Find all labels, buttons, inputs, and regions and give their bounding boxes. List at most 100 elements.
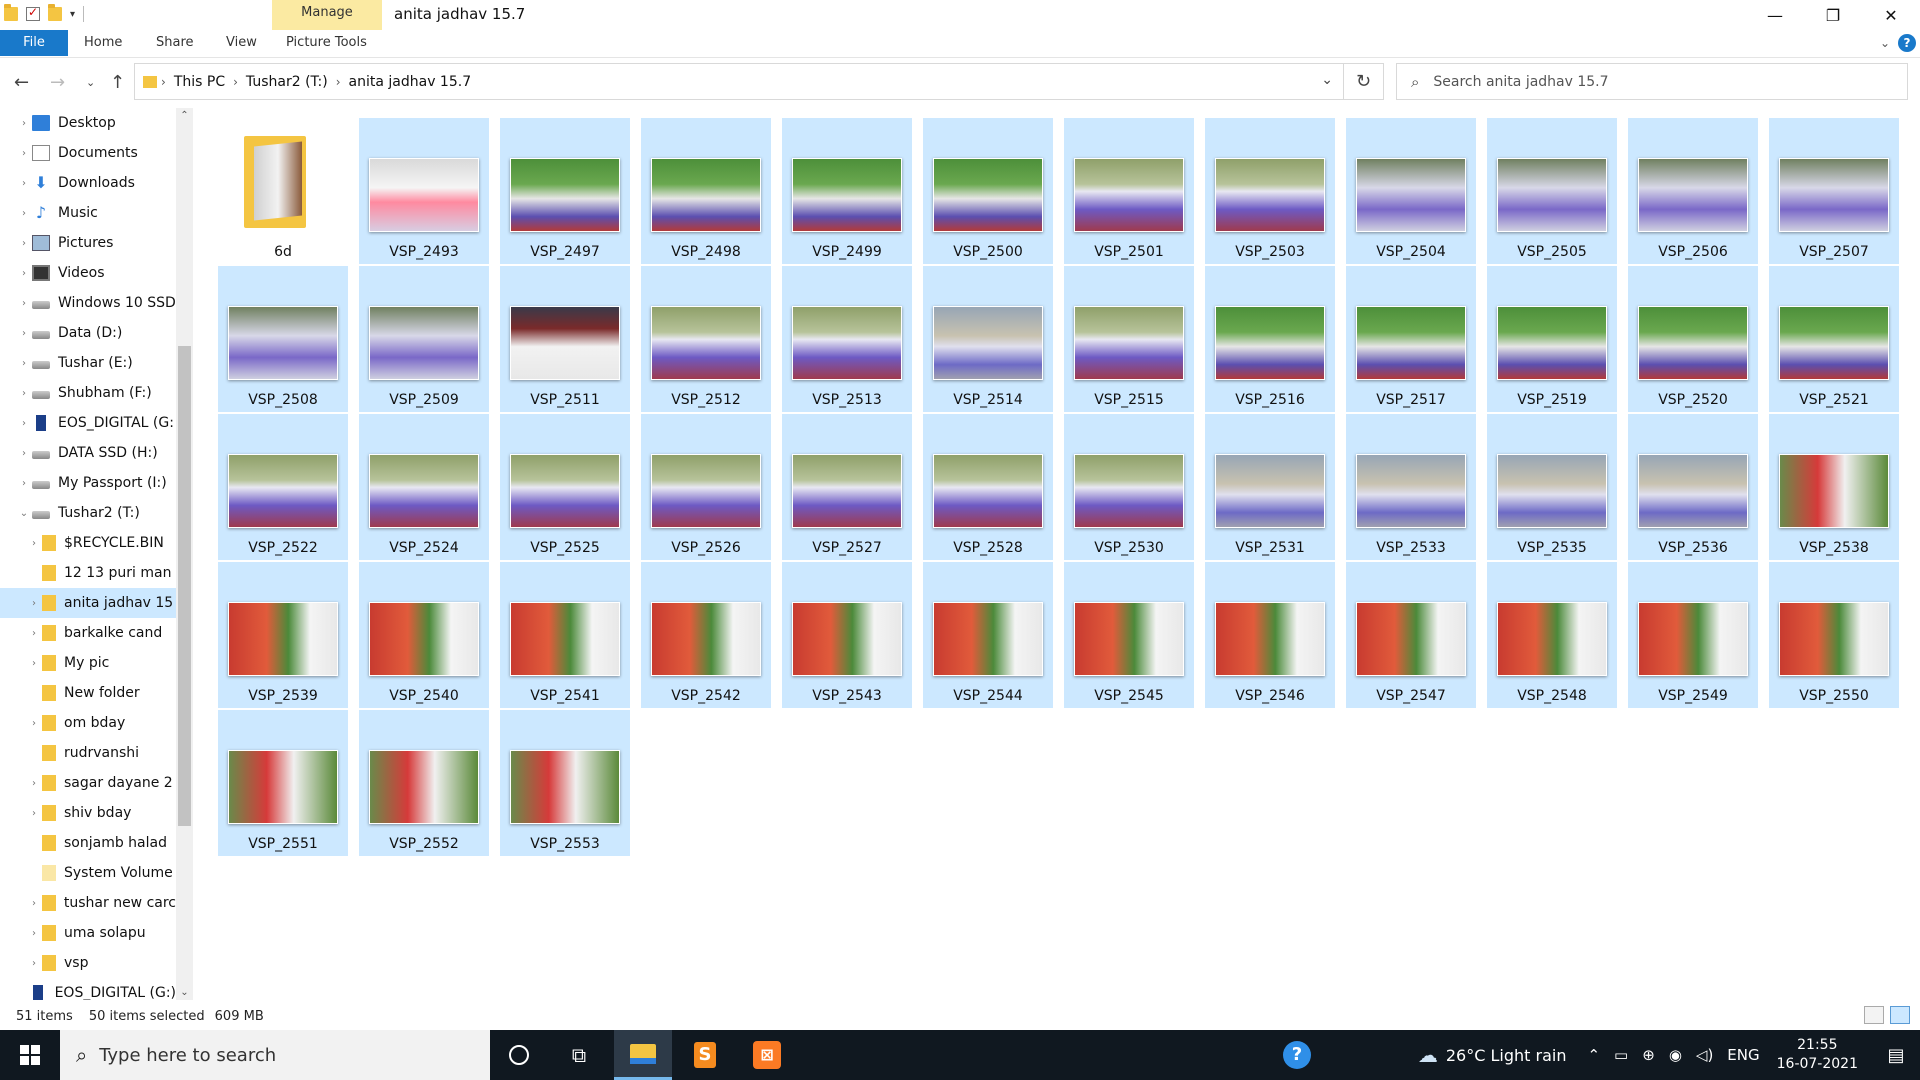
chevron-right-icon[interactable]: › — [16, 118, 32, 129]
large-icons-view-icon[interactable] — [1890, 1006, 1910, 1024]
nav-item[interactable]: › Windows 10 SSD — [0, 288, 176, 318]
file-item[interactable]: VSP_2517 — [1346, 266, 1476, 412]
chevron-right-icon[interactable]: › — [16, 328, 32, 339]
file-item[interactable]: VSP_2536 — [1628, 414, 1758, 560]
chevron-right-icon[interactable]: › — [16, 178, 32, 189]
up-arrow-icon[interactable]: ↑ — [110, 72, 125, 93]
file-item[interactable]: VSP_2530 — [1064, 414, 1194, 560]
notification-icon[interactable]: ▤ — [1872, 1045, 1920, 1066]
network-icon[interactable]: ⊕ — [1642, 1046, 1655, 1064]
file-item[interactable]: VSP_2538 — [1769, 414, 1899, 560]
new-folder-icon[interactable] — [48, 4, 62, 21]
file-item[interactable]: VSP_2504 — [1346, 118, 1476, 264]
file-item[interactable]: VSP_2497 — [500, 118, 630, 264]
nav-item[interactable]: › Data (D:) — [0, 318, 176, 348]
file-item[interactable]: VSP_2511 — [500, 266, 630, 412]
nav-item[interactable]: › ♪ Music — [0, 198, 176, 228]
scrollbar-thumb[interactable] — [178, 346, 191, 826]
file-item[interactable]: VSP_2531 — [1205, 414, 1335, 560]
file-item[interactable]: VSP_2546 — [1205, 562, 1335, 708]
tab-home[interactable]: Home — [84, 30, 122, 56]
file-item[interactable]: VSP_2493 — [359, 118, 489, 264]
file-item[interactable]: VSP_2543 — [782, 562, 912, 708]
nav-item[interactable]: rudrvanshi — [0, 738, 176, 768]
nav-item[interactable]: EOS_DIGITAL (G:) — [0, 978, 176, 1000]
file-item[interactable]: VSP_2521 — [1769, 266, 1899, 412]
file-item[interactable]: VSP_2520 — [1628, 266, 1758, 412]
nav-item[interactable]: › shiv bday — [0, 798, 176, 828]
tab-view[interactable]: View — [226, 30, 257, 56]
nav-item[interactable]: › Desktop — [0, 108, 176, 138]
file-item[interactable]: VSP_2524 — [359, 414, 489, 560]
minimize-button[interactable]: — — [1746, 0, 1804, 30]
address-bar[interactable]: › This PC › Tushar2 (T:) › anita jadhav … — [134, 63, 1344, 100]
chevron-right-icon[interactable]: › — [16, 148, 32, 159]
tab-picture-tools[interactable]: Picture Tools — [286, 30, 367, 56]
maximize-button[interactable]: ❐ — [1804, 0, 1862, 30]
nav-item[interactable]: › Shubham (F:) — [0, 378, 176, 408]
language-indicator[interactable]: ENG — [1727, 1046, 1759, 1064]
nav-item[interactable]: sonjamb halad — [0, 828, 176, 858]
customize-toolbar-icon[interactable]: ▾ — [70, 9, 75, 20]
nav-item[interactable]: › uma solapu — [0, 918, 176, 948]
tab-file[interactable]: File — [0, 30, 68, 56]
breadcrumb-this-pc[interactable]: This PC — [174, 74, 225, 90]
recent-locations-icon[interactable]: ⌄ — [86, 76, 95, 89]
chevron-up-icon[interactable]: ⌃ — [1587, 1046, 1600, 1064]
file-item[interactable]: VSP_2542 — [641, 562, 771, 708]
nav-item[interactable]: › Pictures — [0, 228, 176, 258]
file-item[interactable]: VSP_2528 — [923, 414, 1053, 560]
nav-item[interactable]: › vsp — [0, 948, 176, 978]
clock[interactable]: 21:55 16-07-2021 — [1777, 1036, 1858, 1074]
chevron-right-icon[interactable]: › — [16, 418, 32, 429]
file-item[interactable]: VSP_2507 — [1769, 118, 1899, 264]
chevron-right-icon[interactable]: › — [16, 268, 32, 279]
address-dropdown-icon[interactable]: ⌄ — [1321, 72, 1333, 88]
nav-item[interactable]: › anita jadhav 15 — [0, 588, 176, 618]
chevron-right-icon[interactable]: › — [26, 538, 42, 549]
chevron-down-icon[interactable]: ⌄ — [1880, 36, 1890, 50]
nav-item[interactable]: › DATA SSD (H:) — [0, 438, 176, 468]
nav-item[interactable]: › Tushar (E:) — [0, 348, 176, 378]
file-item[interactable]: VSP_2544 — [923, 562, 1053, 708]
folder-item[interactable]: 6d — [218, 118, 348, 264]
chevron-right-icon[interactable]: › — [16, 388, 32, 399]
nav-item[interactable]: › ⬇ Downloads — [0, 168, 176, 198]
chevron-right-icon[interactable]: › — [26, 808, 42, 819]
file-item[interactable]: VSP_2505 — [1487, 118, 1617, 264]
close-button[interactable]: ✕ — [1862, 0, 1920, 30]
forward-arrow-icon[interactable]: → — [50, 72, 65, 93]
file-item[interactable]: VSP_2541 — [500, 562, 630, 708]
file-item[interactable]: VSP_2533 — [1346, 414, 1476, 560]
start-button[interactable] — [0, 1030, 60, 1080]
chevron-right-icon[interactable]: › — [26, 628, 42, 639]
file-item[interactable]: VSP_2508 — [218, 266, 348, 412]
nav-item[interactable]: › Documents — [0, 138, 176, 168]
nav-item[interactable]: › $RECYCLE.BIN — [0, 528, 176, 558]
nav-item[interactable]: › barkalke cand — [0, 618, 176, 648]
file-item[interactable]: VSP_2513 — [782, 266, 912, 412]
chevron-right-icon[interactable]: › — [16, 478, 32, 489]
breadcrumb-current-folder[interactable]: anita jadhav 15.7 — [349, 74, 472, 90]
file-item[interactable]: VSP_2503 — [1205, 118, 1335, 264]
file-item[interactable]: VSP_2509 — [359, 266, 489, 412]
file-item[interactable]: VSP_2506 — [1628, 118, 1758, 264]
file-explorer-taskbar-button[interactable] — [614, 1030, 672, 1080]
antivirus-icon[interactable]: ◉ — [1669, 1046, 1682, 1064]
search-input[interactable]: Search anita jadhav 15.7 — [1433, 74, 1608, 90]
file-item[interactable]: VSP_2498 — [641, 118, 771, 264]
chevron-right-icon[interactable]: › — [16, 238, 32, 249]
nav-item[interactable]: New folder — [0, 678, 176, 708]
refresh-icon[interactable]: ↻ — [1344, 63, 1384, 100]
file-item[interactable]: VSP_2547 — [1346, 562, 1476, 708]
file-item[interactable]: VSP_2550 — [1769, 562, 1899, 708]
chevron-right-icon[interactable]: › — [16, 298, 32, 309]
file-item[interactable]: VSP_2501 — [1064, 118, 1194, 264]
chevron-right-icon[interactable]: › — [26, 928, 42, 939]
nav-item[interactable]: 12 13 puri man — [0, 558, 176, 588]
battery-icon[interactable]: ▭ — [1614, 1046, 1628, 1064]
file-item[interactable]: VSP_2514 — [923, 266, 1053, 412]
nav-item[interactable]: › tushar new carc — [0, 888, 176, 918]
task-view-button[interactable]: ⧉ — [550, 1030, 608, 1080]
breadcrumb-separator-icon[interactable]: › — [233, 75, 238, 89]
